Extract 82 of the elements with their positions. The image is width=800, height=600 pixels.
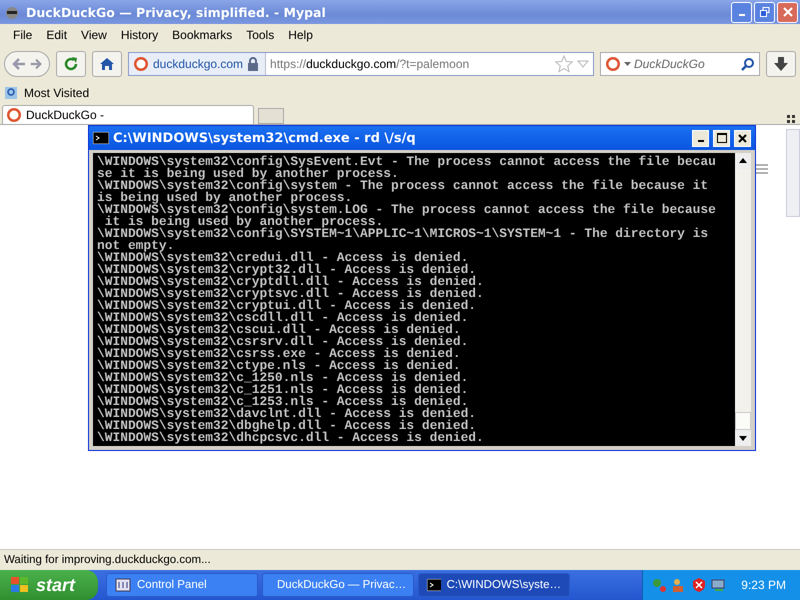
menu-item[interactable]: History (114, 28, 166, 42)
download-arrow-icon (773, 56, 789, 72)
close-button[interactable] (734, 130, 751, 146)
menu-item[interactable]: Edit (39, 28, 74, 42)
restore-icon (760, 7, 770, 17)
console-line: \WINDOWS\system32\cscdll.dll - Access is denied. (97, 312, 470, 324)
scroll-thumb[interactable] (735, 412, 751, 430)
close-icon (782, 7, 792, 17)
console-title: C:\WINDOWS\system32\cmd.exe - rd \/s/q (113, 130, 416, 146)
control-panel-icon (115, 577, 131, 593)
home-button[interactable] (92, 51, 122, 77)
scrollbar[interactable] (786, 129, 800, 217)
url-text: https://duckduckgo.com/?t=palemoon (270, 57, 470, 71)
reload-icon (63, 56, 79, 72)
console-line: not empty. (97, 240, 174, 252)
bookmark-item[interactable]: Most Visited (4, 86, 90, 100)
console-line: \WINDOWS\system32\c_1251.nls - Access is denied. (97, 384, 470, 396)
browser-tab[interactable]: DuckDuckGo - (2, 105, 254, 124)
taskbar-item[interactable]: C:\WINDOWS\syste… (418, 573, 570, 597)
forward-arrow-icon (29, 57, 43, 71)
console-line: \WINDOWS\system32\cscui.dll - Access is denied. (97, 324, 461, 336)
status-text: Waiting for improving.duckduckgo.com... (4, 554, 211, 566)
console-line: \WINDOWS\system32\csrsrv.dll - Access is denied. (97, 336, 470, 348)
back-arrow-icon (11, 56, 27, 72)
console-line: \WINDOWS\system32\c_1253.nls - Access is denied. (97, 396, 468, 408)
address-bar[interactable]: duckduckgo.com https://duckduckgo.com/?t=palemoon (128, 52, 594, 76)
console-line: \WINDOWS\system32\config\SYSTEM~1\APPLIC~1\MICROS~1\SYSTEM~1 - The directory is (97, 228, 710, 240)
console-line: \WINDOWS\system32\cryptdll.dll - Access is denied. (97, 276, 485, 288)
maximize-icon (716, 133, 726, 143)
minimize-button[interactable] (692, 130, 709, 146)
menu-item[interactable]: View (74, 28, 114, 42)
console-line: \WINDOWS\system32\credui.dll - Access is denied. (97, 252, 468, 264)
console-line: is being used by another process. (97, 192, 352, 204)
console-line: \WINDOWS\system32\cryptsvc.dll - Access is denied. (97, 288, 485, 300)
restore-button[interactable] (754, 2, 775, 22)
dropdown-icon (624, 62, 631, 66)
windows-flag-icon (10, 576, 30, 594)
console-line: \WINDOWS\system32\c_1250.nls - Access is denied. (97, 372, 470, 384)
window-title: DuckDuckGo — Privacy, simplified. - Mypal (26, 4, 326, 20)
search-icon[interactable] (741, 57, 755, 71)
console-line: \WINDOWS\system32\ctype.nls - Access is denied. (97, 360, 461, 372)
downloads-button[interactable] (766, 51, 796, 77)
computer-icon[interactable] (711, 577, 728, 593)
taskbar-item[interactable]: Control Panel (106, 573, 258, 597)
console-line: \WINDOWS\system32\davclnt.dll - Access is denied. (97, 408, 478, 420)
console-line: se it is being used by another process. (97, 168, 400, 180)
magnifier-page-icon (4, 86, 18, 100)
console-line: \WINDOWS\system32\csrss.exe - Access is denied. (97, 348, 462, 360)
console-icon (93, 132, 109, 144)
menu-item[interactable]: Tools (239, 28, 282, 42)
shield-icon[interactable] (691, 577, 708, 593)
site-domain: duckduckgo.com (153, 57, 244, 71)
minimize-icon (738, 14, 744, 16)
clock: 9:23 PM (741, 578, 786, 592)
console-line: it is being used by another process. (104, 216, 384, 228)
console-line: \WINDOWS\system32\config\system - The process cannot access the file because it (97, 180, 710, 192)
duck-logo-icon (6, 107, 22, 123)
search-bar[interactable]: DuckDuckGo (600, 52, 760, 76)
site-identity-button[interactable]: duckduckgo.com (129, 53, 266, 75)
maximize-button[interactable] (713, 130, 730, 146)
taskbar-item[interactable]: DuckDuckGo — Privac… (262, 573, 414, 597)
house-icon (99, 56, 115, 72)
menu-icon[interactable] (756, 163, 768, 175)
grid-icon[interactable] (786, 114, 796, 124)
duck-logo-icon (605, 56, 621, 72)
padlock-icon (247, 57, 260, 71)
console-line: \WINDOWS\system32\dbghelp.dll - Access is denied. (97, 420, 476, 432)
reload-button[interactable] (56, 51, 86, 77)
menu-item[interactable]: Help (281, 28, 320, 42)
console-line: \WINDOWS\system32\config\SysEvent.Evt - The process cannot access the file becau (97, 156, 717, 168)
console-line: \WINDOWS\system32\cryptui.dll - Access is denied. (97, 300, 478, 312)
duck-logo-icon (133, 56, 149, 72)
menu-item[interactable]: File (6, 28, 40, 42)
menu-item[interactable]: Bookmarks (165, 28, 240, 42)
console-line: \WINDOWS\system32\dhcpcsvc.dll - Access is denied. (97, 432, 485, 444)
console-line: \WINDOWS\system32\config\system.LOG - The process cannot access the file because (97, 204, 717, 216)
back-forward-buttons[interactable] (4, 51, 50, 77)
console-line: \WINDOWS\system32\crypt32.dll - Access is denied. (97, 264, 476, 276)
close-icon (738, 134, 747, 142)
star-icon[interactable] (555, 55, 573, 73)
minimize-icon (698, 140, 704, 142)
console-icon (427, 579, 441, 591)
